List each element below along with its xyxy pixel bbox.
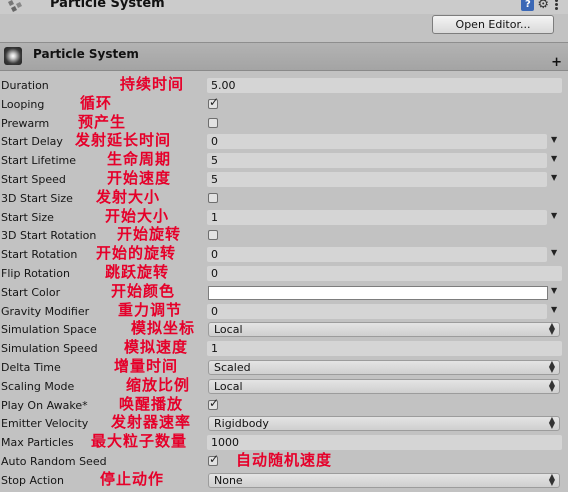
- open-editor-button[interactable]: Open Editor...: [432, 15, 554, 34]
- inspector-header: Particle System ? ⚙: [0, 0, 568, 14]
- property-label: Auto Random Seed: [1, 455, 107, 468]
- property-label: Flip Rotation: [1, 267, 70, 280]
- property-row-auto-random-seed: Auto Random Seed 自动随机速度 ✓: [0, 451, 568, 472]
- property-row-play-on-awake: Play On Awake* 唤醒播放 ✓: [0, 395, 568, 416]
- dropdown-value: Scaled: [214, 361, 251, 374]
- updown-arrow-icon: ▲ ▼: [548, 359, 555, 374]
- duration-field[interactable]: 5.00: [207, 78, 562, 93]
- property-label: Start Color: [1, 285, 61, 299]
- dropdown-value: Local: [214, 379, 243, 393]
- annotation-label: 持续时间: [120, 75, 185, 93]
- looping-checkbox[interactable]: ✓: [208, 95, 219, 109]
- property-label: 3D Start Size: [1, 191, 73, 205]
- property-row-simulation-space: Simulation Space 模拟坐标 Local ▲ ▼: [0, 319, 568, 340]
- property-row-gravity-modifier: Gravity Modifier 重力调节 0 ▼: [0, 301, 568, 322]
- start-rotation-field[interactable]: 0: [207, 247, 547, 263]
- checkmark-icon: ✓: [209, 452, 220, 466]
- emitter-velocity-dropdown[interactable]: Rigidbody ▲ ▼: [208, 415, 560, 432]
- checkmark-icon: ✓: [209, 395, 220, 410]
- property-row-flip-rotation: Flip Rotation 跳跃旋转 0: [0, 263, 568, 284]
- start-color-swatch[interactable]: [208, 285, 548, 300]
- more-options-icon[interactable]: [552, 0, 562, 11]
- annotation-label: 最大粒子数量: [91, 432, 188, 451]
- delta-time-dropdown[interactable]: Scaled ▲ ▼: [208, 360, 560, 375]
- property-row-scaling-mode: Scaling Mode 缩放比例 Local ▲ ▼: [0, 376, 568, 397]
- property-label: Start Rotation: [1, 248, 78, 262]
- flip-rotation-field[interactable]: 0: [207, 266, 562, 281]
- curve-mode-arrow-icon[interactable]: ▼: [551, 135, 557, 144]
- property-label: Simulation Speed: [1, 342, 98, 356]
- property-label: Gravity Modifier: [1, 304, 90, 318]
- auto-random-seed-checkbox[interactable]: ✓: [208, 452, 219, 466]
- dropdown-value: Local: [214, 323, 243, 337]
- property-row-start-delay: Start Delay 发射延长时间 0 ▼: [0, 131, 568, 152]
- play-on-awake-checkbox[interactable]: ✓: [208, 396, 219, 410]
- 3d-start-size-checkbox[interactable]: [208, 192, 218, 203]
- property-row-start-rotation: Start Rotation 开始的旋转 0 ▼: [0, 244, 568, 265]
- start-speed-field[interactable]: 5: [207, 172, 547, 187]
- start-size-field[interactable]: 1: [207, 209, 547, 225]
- curve-mode-arrow-icon[interactable]: ▼: [551, 173, 557, 182]
- property-label: Start Size: [1, 210, 54, 224]
- max-particles-field[interactable]: 1000: [207, 435, 562, 451]
- property-label: Delta Time: [1, 361, 61, 374]
- updown-arrow-icon: ▲ ▼: [548, 415, 555, 431]
- property-row-start-lifetime: Start Lifetime 生命周期 5 ▼: [0, 150, 568, 171]
- updown-arrow-icon: ▲ ▼: [548, 471, 555, 487]
- gravity-modifier-field[interactable]: 0: [207, 303, 547, 319]
- add-module-button[interactable]: +: [551, 55, 562, 70]
- property-label: 3D Start Rotation: [1, 229, 97, 243]
- curve-mode-arrow-icon[interactable]: ▼: [551, 286, 557, 295]
- curve-mode-arrow-icon[interactable]: ▼: [551, 154, 557, 163]
- start-delay-field[interactable]: 0: [207, 134, 547, 150]
- start-lifetime-field[interactable]: 5: [207, 153, 547, 169]
- property-label: Start Speed: [1, 173, 66, 186]
- dropdown-value: None: [214, 473, 243, 487]
- scaling-mode-dropdown[interactable]: Local ▲ ▼: [208, 377, 560, 394]
- property-row-stop-action: Stop Action 停止动作 None ▲ ▼: [0, 470, 568, 491]
- property-row-3d-start-size: 3D Start Size 发射大小: [0, 188, 568, 209]
- property-row-simulation-speed: Simulation Speed 模拟速度 1: [0, 338, 568, 359]
- curve-mode-arrow-icon[interactable]: ▼: [551, 211, 557, 220]
- curve-mode-arrow-icon[interactable]: ▼: [551, 305, 557, 314]
- updown-arrow-icon: ▲ ▼: [548, 321, 555, 337]
- curve-mode-arrow-icon[interactable]: ▼: [551, 248, 557, 257]
- property-label: Emitter Velocity: [1, 417, 89, 431]
- property-label: Play On Awake*: [1, 398, 88, 412]
- particle-system-icon: [4, 47, 22, 65]
- property-label: Prewarm: [1, 116, 50, 130]
- gear-icon[interactable]: ⚙: [537, 0, 549, 11]
- simulation-space-dropdown[interactable]: Local ▲ ▼: [208, 321, 560, 338]
- property-label: Stop Action: [1, 473, 64, 487]
- module-header[interactable]: Particle System +: [0, 42, 568, 71]
- property-row-delta-time: Delta Time 增量时间 Scaled ▲ ▼: [0, 357, 568, 378]
- property-label: Looping: [1, 97, 45, 111]
- property-label: Start Lifetime: [1, 154, 77, 168]
- simulation-speed-field[interactable]: 1: [207, 341, 562, 357]
- updown-arrow-icon: ▲ ▼: [548, 377, 555, 393]
- property-row-start-speed: Start Speed 开始速度 5 ▼: [0, 169, 568, 190]
- annotation-label: 自动随机速度: [236, 451, 333, 469]
- checkmark-icon: ✓: [209, 94, 220, 109]
- property-row-3d-start-rotation: 3D Start Rotation 开始旋转: [0, 225, 568, 246]
- property-label: Max Particles: [1, 436, 74, 450]
- prewarm-checkbox[interactable]: [208, 117, 218, 128]
- annotation-label: 停止动作: [100, 469, 165, 488]
- property-row-emitter-velocity: Emitter Velocity 发射器速率 Rigidbody ▲ ▼: [0, 413, 568, 434]
- property-label: Duration: [1, 79, 49, 92]
- property-label: Scaling Mode: [1, 379, 75, 393]
- help-icon[interactable]: ?: [521, 0, 535, 11]
- dropdown-value: Rigidbody: [214, 417, 269, 431]
- property-label: Start Delay: [1, 135, 63, 149]
- component-icon: [8, 0, 22, 12]
- stop-action-dropdown[interactable]: None ▲ ▼: [208, 471, 560, 488]
- property-row-start-color: Start Color 开始颜色 ▼: [0, 282, 568, 303]
- property-label: Simulation Space: [1, 323, 97, 337]
- 3d-start-rotation-checkbox[interactable]: [208, 230, 218, 241]
- component-title: Particle System: [50, 0, 165, 11]
- property-row-start-size: Start Size 开始大小 1 ▼: [0, 207, 568, 228]
- module-title: Particle System: [33, 47, 139, 61]
